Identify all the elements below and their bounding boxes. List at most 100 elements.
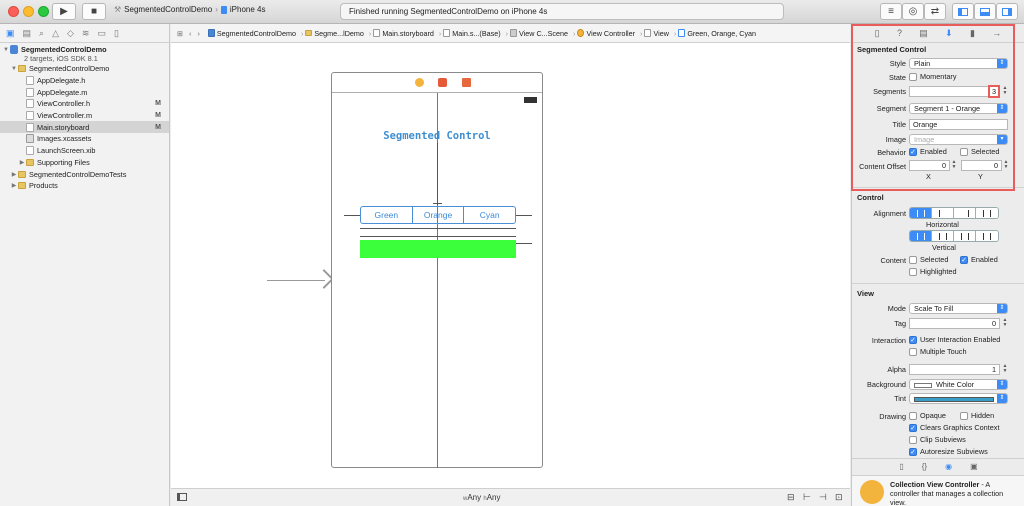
title-label[interactable]: Segmented Control	[332, 130, 542, 142]
segment-orange[interactable]: Orange	[413, 207, 465, 223]
run-button[interactable]: ▶	[52, 3, 76, 20]
behavior-enabled-checkbox[interactable]: ✓ Enabled	[909, 147, 947, 156]
breadcrumb-item[interactable]: View C...Scene ›	[510, 29, 575, 38]
valign-top-button[interactable]	[932, 231, 954, 241]
stop-button[interactable]: ■	[82, 3, 106, 20]
list-item[interactable]: ▶ Products	[0, 180, 169, 192]
breadcrumb-item[interactable]: View Controller ›	[577, 29, 642, 38]
identity-inspector-icon[interactable]: ▤	[919, 28, 928, 39]
segments-stepper[interactable]: ▲ ▼	[1002, 86, 1008, 97]
style-popup[interactable]: Plain ⇕	[909, 58, 1008, 69]
attributes-inspector-icon[interactable]: ⬇	[945, 28, 953, 39]
forward-icon[interactable]: ›	[197, 29, 199, 38]
segmented-control[interactable]: Green Orange Cyan	[360, 206, 516, 224]
list-item[interactable]: AppDelegate.m	[0, 86, 169, 98]
breadcrumb-item[interactable]: Main.s...(Base) ›	[443, 29, 508, 38]
hidden-checkbox[interactable]: Hidden	[960, 411, 994, 420]
clip-subviews-checkbox[interactable]: Clip Subviews	[909, 435, 966, 444]
offset-y-field[interactable]: 0	[961, 160, 1002, 171]
exit-icon[interactable]	[462, 78, 471, 87]
segment-green[interactable]: Green	[361, 207, 413, 223]
green-view[interactable]	[360, 240, 516, 258]
search-icon[interactable]: ⌕	[39, 28, 44, 39]
storyboard-canvas[interactable]: Segmented Control Green Orange Cyan	[171, 43, 850, 488]
offset-x-field[interactable]: 0	[909, 160, 950, 171]
align-fill-button[interactable]	[976, 208, 998, 218]
toggle-debug-button[interactable]	[974, 3, 996, 20]
warning-icon[interactable]: △	[52, 28, 59, 39]
document-outline-icon[interactable]	[177, 493, 187, 501]
autoresize-checkbox[interactable]: ✓ Autoresize Subviews	[909, 447, 988, 456]
list-item[interactable]: AppDelegate.h	[0, 75, 169, 87]
align-right-button[interactable]	[954, 208, 976, 218]
library-item[interactable]: Collection View Controller - A controlle…	[852, 475, 1024, 506]
size-inspector-icon[interactable]: ▮	[970, 28, 975, 39]
valign-fill-button[interactable]	[976, 231, 998, 241]
file-template-icon[interactable]: ▯	[899, 462, 903, 471]
breadcrumb-item[interactable]: Segme...lDemo ›	[305, 29, 371, 38]
tag-field[interactable]: 0	[909, 318, 1000, 329]
list-item-selected[interactable]: Main.storyboard M	[0, 121, 169, 134]
breadcrumb-item[interactable]: Main.storyboard ›	[373, 29, 441, 38]
disclosure-closed-icon[interactable]: ▶	[10, 171, 18, 178]
opaque-checkbox[interactable]: Opaque	[909, 411, 946, 420]
symbol-icon[interactable]: ▤	[23, 28, 32, 39]
minimize-window-button[interactable]	[23, 6, 34, 17]
list-item[interactable]: ▼ SegmentedControlDemo	[0, 63, 169, 75]
segment-popup[interactable]: Segment 1 - Orange ⇕	[909, 103, 1008, 114]
background-color-popup[interactable]: White Color ⇕	[909, 379, 1008, 390]
test-icon[interactable]: ◇	[67, 28, 74, 39]
list-item[interactable]: ViewController.h M	[0, 98, 169, 110]
list-item[interactable]: LaunchScreen.xib	[0, 145, 169, 157]
tag-stepper[interactable]: ▲ ▼	[1002, 318, 1008, 329]
disclosure-open-icon[interactable]: ▼	[10, 66, 18, 72]
media-library-icon[interactable]: ▣	[970, 462, 978, 471]
segments-count-field[interactable]: 3	[988, 85, 1000, 98]
tint-color-popup[interactable]: ⇕	[909, 393, 1008, 404]
behavior-selected-checkbox[interactable]: Selected	[960, 147, 999, 156]
breadcrumb-item[interactable]: Green, Orange, Cyan	[678, 29, 756, 38]
clears-graphics-checkbox[interactable]: ✓ Clears Graphics Context	[909, 423, 1000, 432]
offset-x-stepper[interactable]: ▲ ▼	[951, 160, 957, 171]
vertical-alignment-control[interactable]	[909, 230, 999, 242]
list-item[interactable]: ViewController.m M	[0, 110, 169, 122]
quick-help-icon[interactable]: ?	[897, 28, 902, 38]
breadcrumb-item[interactable]: View ›	[644, 29, 676, 38]
view-controller-scene[interactable]: Segmented Control Green Orange Cyan	[331, 72, 543, 468]
content-selected-checkbox[interactable]: Selected	[909, 255, 948, 264]
object-library-icon[interactable]: ◉	[945, 462, 952, 471]
close-window-button[interactable]	[8, 6, 19, 17]
debug-icon[interactable]: ≋	[82, 28, 90, 39]
folder-icon[interactable]: ▣	[6, 28, 15, 39]
view-controller-icon[interactable]	[415, 78, 424, 87]
toggle-navigator-button[interactable]	[952, 3, 974, 20]
momentary-checkbox[interactable]: Momentary	[909, 72, 957, 81]
list-item[interactable]: ▶ Supporting Files	[0, 157, 169, 169]
user-interaction-checkbox[interactable]: ✓ User Interaction Enabled	[909, 335, 1000, 344]
offset-y-stepper[interactable]: ▲ ▼	[1003, 160, 1009, 171]
valign-center-button[interactable]	[910, 231, 932, 241]
standard-editor-button[interactable]: ≡	[880, 3, 902, 20]
alpha-field[interactable]: 1	[909, 364, 1000, 375]
version-editor-button[interactable]: ⇄	[924, 3, 946, 20]
valign-bottom-button[interactable]	[954, 231, 976, 241]
resolve-icon[interactable]: ⊣	[819, 492, 827, 503]
content-enabled-checkbox[interactable]: ✓ Enabled	[960, 255, 998, 264]
alpha-stepper[interactable]: ▲ ▼	[1002, 364, 1008, 375]
list-item[interactable]: ▶ SegmentedControlDemoTests	[0, 168, 169, 180]
horizontal-alignment-control[interactable]	[909, 207, 999, 219]
assistant-editor-button[interactable]: ◎	[902, 3, 924, 20]
multiple-touch-checkbox[interactable]: Multiple Touch	[909, 347, 967, 356]
resizing-icon[interactable]: ⊡	[835, 492, 843, 503]
align-icon[interactable]: ⊟	[787, 492, 795, 503]
title-field[interactable]: Orange	[909, 119, 1008, 130]
breakpoint-icon[interactable]: ▭	[97, 28, 106, 39]
toggle-utilities-button[interactable]	[996, 3, 1018, 20]
disclosure-open-icon[interactable]: ▼	[2, 47, 10, 53]
list-item[interactable]: ▼ SegmentedControlDemo	[0, 45, 169, 54]
disclosure-closed-icon[interactable]: ▶	[10, 182, 18, 189]
disclosure-closed-icon[interactable]: ▶	[18, 159, 26, 166]
image-combobox[interactable]: Image ▾	[909, 134, 1008, 145]
align-center-button[interactable]	[910, 208, 932, 218]
content-mode-popup[interactable]: Scale To Fill ⇕	[909, 303, 1008, 314]
